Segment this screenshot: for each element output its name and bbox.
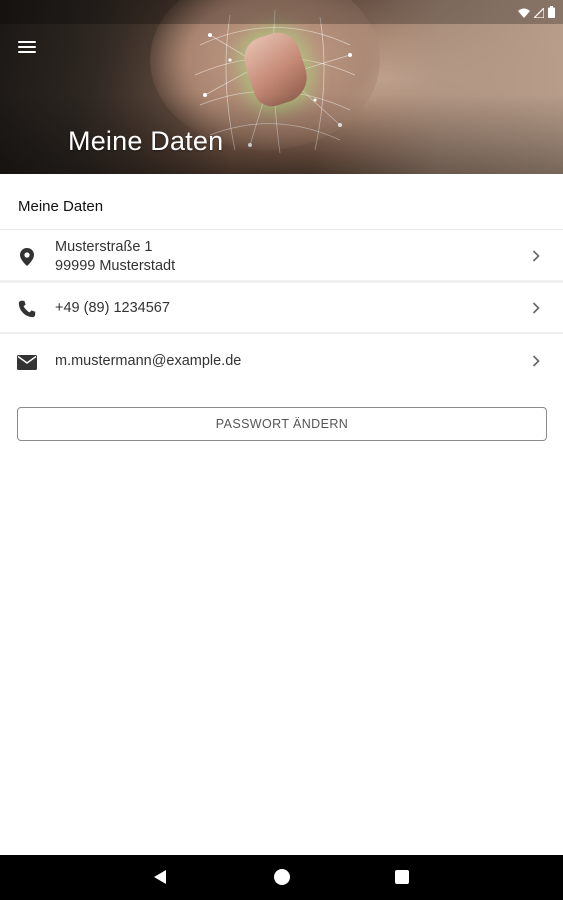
location-pin-icon [17, 247, 37, 267]
status-icons [518, 5, 555, 23]
address-row[interactable]: Musterstraße 1 99999 Musterstadt [0, 231, 563, 283]
chevron-right-icon [529, 301, 543, 315]
address-line1: Musterstraße 1 [55, 239, 153, 255]
page-title: Meine Daten [68, 126, 224, 156]
chevron-right-icon [529, 354, 543, 368]
email-address: m.mustermann@example.de [55, 353, 242, 369]
home-icon[interactable] [274, 869, 290, 885]
signal-icon [532, 5, 545, 23]
status-bar [0, 0, 563, 24]
chevron-right-icon [529, 249, 543, 263]
navigation-bar [0, 855, 563, 900]
menu-icon[interactable] [14, 38, 40, 60]
change-password-button[interactable]: PASSWORT ÄNDERN [17, 407, 547, 441]
phone-row[interactable]: +49 (89) 1234567 [0, 284, 563, 334]
wifi-icon [518, 5, 530, 23]
back-icon[interactable] [152, 869, 168, 885]
section-title: Meine Daten [0, 176, 563, 230]
battery-icon [548, 5, 555, 23]
recents-icon[interactable] [395, 870, 409, 884]
mail-icon [17, 352, 37, 372]
email-row[interactable]: m.mustermann@example.de [0, 336, 563, 388]
address-line2: 99999 Musterstadt [55, 258, 176, 274]
phone-icon [17, 299, 37, 319]
address-text: Musterstraße 1 99999 Musterstadt [55, 238, 175, 276]
phone-number: +49 (89) 1234567 [55, 300, 170, 316]
